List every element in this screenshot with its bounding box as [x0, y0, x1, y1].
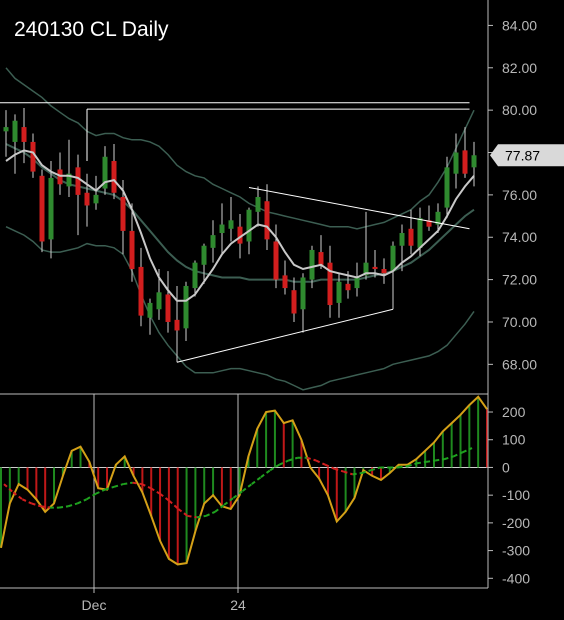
candle-body: [408, 228, 414, 246]
price-tick-label: 68.00: [502, 356, 537, 372]
candle-body: [147, 302, 153, 318]
price-tick-label: 82.00: [502, 60, 537, 76]
candle-body: [3, 127, 9, 132]
candle-body: [390, 245, 396, 272]
last-price-label: 77.87: [505, 147, 540, 163]
candle-body: [93, 194, 99, 204]
price-tick-label: 74.00: [502, 229, 537, 245]
candle-body: [129, 230, 135, 270]
candle-body: [417, 218, 423, 248]
candle-body: [210, 235, 216, 248]
candle-body: [300, 277, 306, 310]
candle-body: [138, 266, 144, 316]
candle-body: [372, 266, 378, 270]
price-tick-label: 80.00: [502, 102, 537, 118]
candle-body: [228, 220, 234, 229]
price-tick-label: 76.00: [502, 187, 537, 203]
oscillator-tick-label: -400: [502, 570, 530, 586]
candle-body: [291, 290, 297, 314]
time-tick-label: 24: [230, 597, 246, 613]
candle-body: [165, 294, 171, 322]
candle-body: [444, 167, 450, 208]
candle-body: [282, 275, 288, 289]
candle-body: [255, 197, 261, 212]
chart-background: [0, 0, 564, 620]
candle-body: [345, 283, 351, 291]
candle-body: [219, 224, 225, 234]
chart-title: 240130 CL Daily: [14, 18, 169, 41]
candle-body: [318, 252, 324, 265]
candle-body: [174, 319, 180, 331]
candle-body: [462, 150, 468, 174]
oscillator-tick-label: 200: [502, 404, 526, 420]
candle-body: [111, 160, 117, 193]
candle-body: [381, 269, 387, 274]
oscillator-tick-label: 100: [502, 432, 526, 448]
candle-body: [273, 241, 279, 280]
candle-body: [453, 152, 459, 174]
candle-body: [246, 209, 252, 242]
oscillator-tick-label: -200: [502, 515, 530, 531]
candle-body: [39, 175, 45, 242]
candle-body: [57, 169, 63, 185]
oscillator-tick-label: 0: [502, 459, 510, 475]
candle-body: [12, 120, 18, 142]
candle-body: [84, 192, 90, 206]
candle-body: [264, 201, 270, 240]
candle-body: [471, 155, 477, 168]
candle-body: [48, 177, 54, 240]
candle-body: [75, 167, 81, 195]
candle-body: [336, 281, 342, 303]
candle-body: [201, 245, 207, 265]
candle-body: [30, 141, 36, 172]
oscillator-tick-label: -100: [502, 487, 530, 503]
candle-body: [21, 127, 27, 142]
price-tick-label: 70.00: [502, 314, 537, 330]
candle-body: [183, 285, 189, 329]
price-tick-label: 72.00: [502, 272, 537, 288]
chart-canvas: 68.0070.0072.0074.0076.0078.0080.0082.00…: [0, 0, 564, 620]
candle-body: [156, 292, 162, 310]
candle-body: [192, 262, 198, 289]
candle-body: [309, 249, 315, 280]
price-tick-label: 84.00: [502, 17, 537, 33]
candle-body: [120, 197, 126, 231]
oscillator-tick-label: -300: [502, 543, 530, 559]
candle-body: [399, 233, 405, 246]
time-tick-label: Dec: [82, 597, 107, 613]
candle-body: [354, 277, 360, 289]
